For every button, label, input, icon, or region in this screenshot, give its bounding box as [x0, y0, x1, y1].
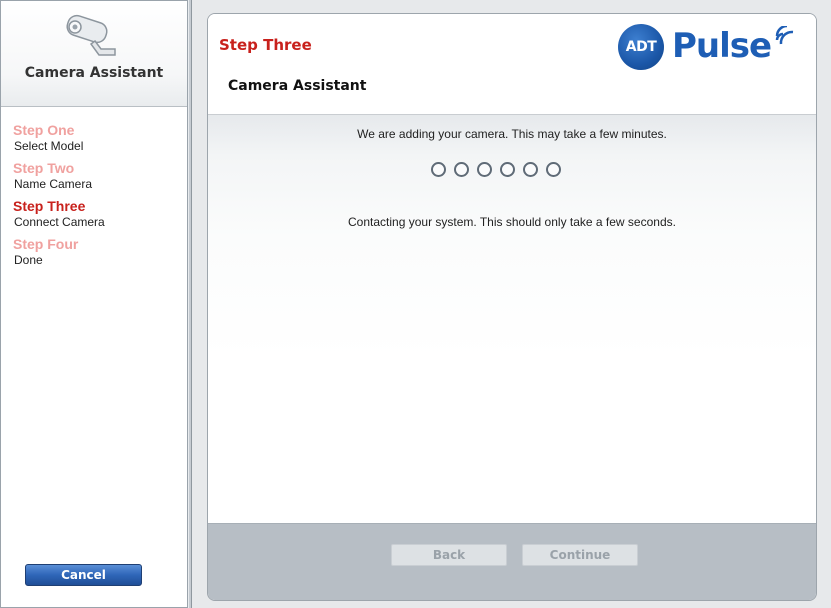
- step-title: Step Four: [13, 236, 79, 252]
- step-subtitle: Select Model: [14, 139, 84, 153]
- sidebar-header: Camera Assistant: [1, 1, 187, 107]
- step-item-four: Step Four Done: [13, 236, 183, 268]
- back-button[interactable]: Back: [391, 544, 507, 566]
- step-title: Step Two: [13, 160, 75, 176]
- step-item-one: Step One Select Model: [13, 122, 183, 154]
- cancel-button[interactable]: Cancel: [25, 564, 142, 586]
- step-subtitle: Connect Camera: [14, 215, 105, 229]
- signal-wave-icon: [775, 26, 794, 45]
- progress-dot: [431, 162, 446, 177]
- wizard-panel: Step Three Camera Assistant ADT Pulse We…: [207, 13, 817, 601]
- continue-button[interactable]: Continue: [522, 544, 638, 566]
- progress-dot: [500, 162, 515, 177]
- logo-text: Pulse: [672, 26, 772, 66]
- step-title-active: Step Three: [13, 198, 86, 214]
- sidebar-title: Camera Assistant: [24, 65, 164, 81]
- sidebar: Camera Assistant Step One Select Model S…: [0, 0, 188, 608]
- panel-title: Camera Assistant: [228, 78, 367, 94]
- step-subtitle: Done: [14, 253, 43, 267]
- step-heading: Step Three: [219, 36, 312, 54]
- progress-dot: [546, 162, 561, 177]
- progress-indicator: [431, 162, 581, 182]
- progress-dot: [523, 162, 538, 177]
- progress-dot: [477, 162, 492, 177]
- status-message: We are adding your camera. This may take…: [357, 127, 667, 141]
- step-item-three: Step Three Connect Camera: [13, 198, 183, 230]
- panel-header: Step Three Camera Assistant ADT Pulse: [208, 14, 816, 115]
- status-detail: Contacting your system. This should only…: [348, 215, 676, 229]
- adt-badge: ADT: [618, 24, 664, 70]
- step-item-two: Step Two Name Camera: [13, 160, 183, 192]
- step-title: Step One: [13, 122, 75, 138]
- panel-body: We are adding your camera. This may take…: [208, 115, 816, 523]
- security-camera-icon: [66, 14, 116, 56]
- progress-dot: [454, 162, 469, 177]
- step-subtitle: Name Camera: [14, 177, 93, 191]
- step-list: Step One Select Model Step Two Name Came…: [13, 122, 183, 274]
- adt-pulse-logo: ADT Pulse: [618, 24, 808, 72]
- panel-footer: Back Continue: [208, 523, 816, 600]
